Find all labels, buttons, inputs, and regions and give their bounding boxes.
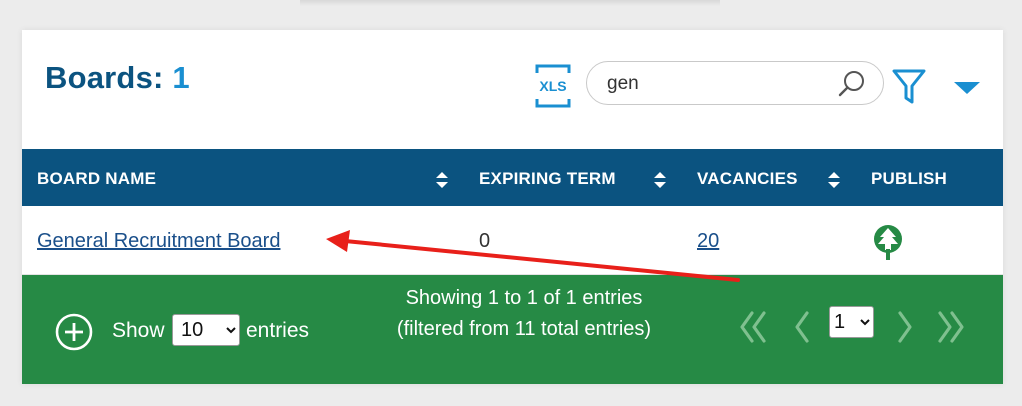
column-publish[interactable]: PUBLISH xyxy=(871,169,947,189)
page-title: Boards: 1 xyxy=(45,60,190,96)
column-board-name[interactable]: BOARD NAME xyxy=(37,169,156,189)
show-label: Show xyxy=(112,319,165,342)
previous-page-icon[interactable] xyxy=(787,309,817,345)
table-header: BOARD NAME EXPIRING TERM VACANCIES PUBLI… xyxy=(22,149,1003,206)
entries-label: entries xyxy=(246,319,310,342)
search-box xyxy=(586,61,884,105)
filter-icon[interactable] xyxy=(891,67,927,107)
board-count: 1 xyxy=(172,60,190,95)
page-select[interactable]: 1 xyxy=(829,306,874,338)
page-title-text: Boards: xyxy=(45,60,164,95)
xls-icon: XLS xyxy=(535,64,571,108)
column-expiring-term[interactable]: EXPIRING TERM xyxy=(479,169,616,189)
search-icon[interactable] xyxy=(837,69,867,99)
pagination-info: Showing 1 to 1 of 1 entries (filtered fr… xyxy=(396,287,652,340)
expiring-term-value: 0 xyxy=(479,230,491,252)
next-page-icon[interactable] xyxy=(890,309,920,345)
table-row: General Recruitment Board 0 20 xyxy=(22,206,1003,275)
add-icon[interactable] xyxy=(55,313,93,351)
last-page-icon[interactable] xyxy=(936,309,966,345)
caret-down-icon[interactable] xyxy=(952,77,982,97)
search-input[interactable] xyxy=(605,70,829,98)
first-page-icon[interactable] xyxy=(738,309,768,345)
top-shadow xyxy=(300,0,720,6)
boards-panel: Boards: 1 XLS BOARD NAME EXPIRING TERM V… xyxy=(22,30,1003,384)
xls-label: XLS xyxy=(539,78,566,94)
sort-icon[interactable] xyxy=(435,171,449,189)
sort-icon[interactable] xyxy=(653,171,667,189)
column-vacancies[interactable]: VACANCIES xyxy=(697,169,798,189)
export-xls-button[interactable]: XLS xyxy=(535,64,571,108)
table-footer: Show 10 entries Showing 1 to 1 of 1 entr… xyxy=(22,275,1003,384)
board-name-link[interactable]: General Recruitment Board xyxy=(37,230,280,253)
entries-per-page-select[interactable]: 10 xyxy=(172,314,240,346)
tree-icon[interactable] xyxy=(870,223,906,261)
sort-icon[interactable] xyxy=(827,171,841,189)
vacancies-link[interactable]: 20 xyxy=(697,230,719,253)
